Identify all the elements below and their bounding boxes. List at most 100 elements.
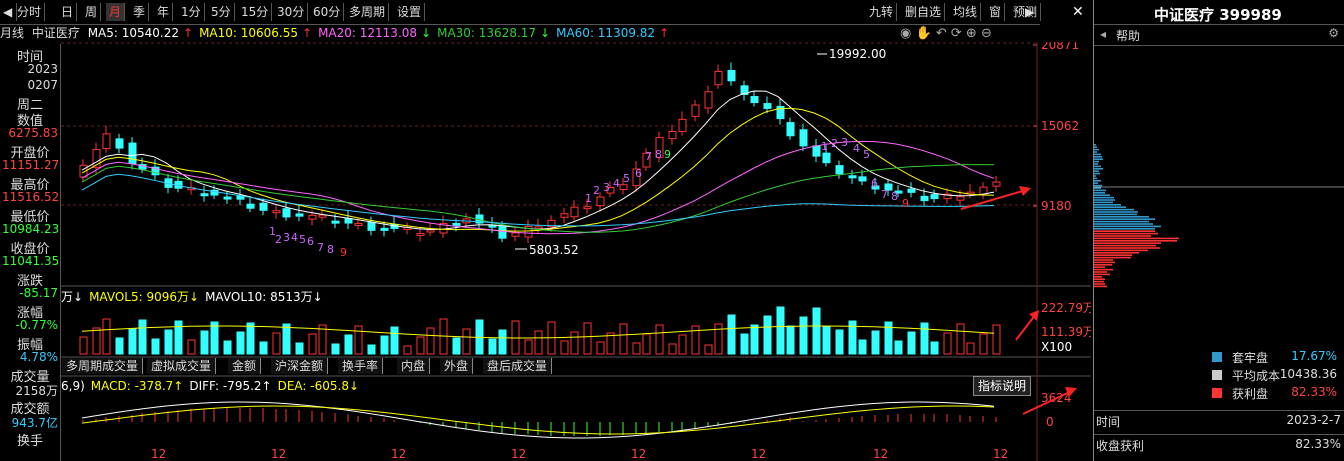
tab-4[interactable]: 换手率 [338, 358, 383, 374]
tab-6[interactable]: 外盘 [440, 358, 473, 374]
volume-bar [571, 332, 578, 354]
footer-value: 82.33% [1295, 437, 1341, 451]
low-annotation: 5803.52 [529, 243, 579, 257]
toolbar-3[interactable]: 月 [106, 3, 125, 21]
volume-bar [165, 330, 172, 354]
volume-bar [800, 317, 807, 354]
candle-body [751, 97, 758, 103]
volume-bar [273, 333, 280, 354]
volume-bar [355, 326, 362, 354]
gear-icon[interactable]: ⚙ [1328, 26, 1339, 40]
field-value-12: 943.7亿 [2, 414, 58, 431]
chip-bar [1094, 228, 1155, 230]
tab-2[interactable]: 金额 [228, 358, 261, 374]
volume-bar [93, 328, 100, 354]
toolbar-10[interactable]: 60分 [310, 3, 344, 21]
toolbar-1[interactable]: 日 [58, 3, 77, 21]
volume-title-mavol5: MAVOL5: 9096万↓ [89, 290, 199, 304]
volume-bar [391, 327, 398, 354]
chip-bar [1094, 247, 1160, 249]
tab-1[interactable]: 虚拟成交量 [147, 358, 216, 374]
chip-bar [1094, 283, 1105, 285]
eye-icon[interactable]: ◉ [900, 26, 911, 41]
close-icon[interactable]: ✕ [1072, 4, 1088, 20]
chip-bar [1094, 264, 1112, 266]
candle-body [355, 223, 362, 225]
volume-bar [489, 339, 496, 354]
chip-bar [1094, 221, 1149, 223]
tab-5[interactable]: 内盘 [397, 358, 430, 374]
macd-title-macd: MACD: -378.7↑ [91, 379, 184, 393]
volume-bar [787, 326, 794, 354]
candle-body [571, 207, 578, 217]
panel-title: 中证医疗 399989 [1154, 4, 1282, 25]
field-value-11: 2158万 [2, 382, 58, 399]
candle-body [345, 219, 352, 223]
chip-bar [1094, 206, 1126, 208]
hand-icon[interactable]: ✋ [915, 26, 931, 41]
zoom-in-icon[interactable]: ⊕ [966, 26, 977, 41]
nine-turn-mark: 2 [831, 137, 838, 150]
volume-title: 万↓ MAVOL5: 9096万↓ MAVOL10: 8513万↓ [61, 290, 323, 304]
toolbar-11[interactable]: 多周期 [346, 3, 389, 21]
kline-chart[interactable]: 20871150629180222.79万111.39万X10036240万↓ M… [61, 42, 1091, 461]
toolbar-right-1[interactable]: 删自选 [902, 3, 945, 21]
ma60-line [82, 174, 994, 226]
volume-bar [80, 337, 87, 354]
chip-bar [1094, 144, 1096, 146]
chip-bar [1094, 175, 1096, 177]
volume-bar [260, 342, 267, 354]
toolbar-7[interactable]: 5分 [208, 3, 235, 21]
volume-bar [728, 315, 735, 354]
legend-value: 17.67% [1257, 349, 1337, 363]
volume-bar [764, 316, 771, 354]
volume-bar [908, 332, 915, 354]
footer-key: 时间 [1096, 413, 1120, 430]
tab-3[interactable]: 沪深金额 [271, 358, 328, 374]
undo-icon[interactable]: ↶ [936, 26, 947, 41]
toolbar-12[interactable]: 设置 [394, 3, 425, 21]
toolbar-right-3[interactable]: 窗 [986, 3, 1005, 21]
arrow-left-icon[interactable]: ◂ [1100, 27, 1106, 41]
macd-title-dea: DEA: -605.8↓ [278, 379, 359, 393]
volume-bar [152, 339, 159, 354]
next-arrow-icon[interactable]: ▶ [1022, 3, 1040, 21]
toolbar-0[interactable]: 分时 [14, 3, 45, 21]
volume-title-mavol10: MAVOL10: 8513万↓ [205, 290, 323, 304]
chip-bar [1094, 158, 1103, 160]
volume-bar [980, 334, 987, 354]
chip-bar [1094, 274, 1110, 276]
candle-body [584, 207, 591, 209]
candle-body [332, 221, 339, 223]
indicator-explain-button[interactable]: 指标说明 [973, 376, 1031, 396]
volume-bar [345, 335, 352, 354]
help-link[interactable]: 帮助 [1116, 27, 1140, 44]
toolbar-6[interactable]: 1分 [178, 3, 205, 21]
nine-turn-mark: 2 [593, 184, 600, 197]
toolbar-9[interactable]: 30分 [274, 3, 308, 21]
chip-bar [1094, 156, 1102, 158]
volume-bar [427, 328, 434, 354]
toolbar-2[interactable]: 周 [82, 3, 101, 21]
volume-bar [129, 329, 136, 354]
chip-bar [1094, 233, 1158, 235]
tab-7[interactable]: 盘后成交量 [483, 358, 552, 374]
volume-bar [237, 332, 244, 354]
toolbar-5[interactable]: 年 [154, 3, 173, 21]
candle-body [427, 230, 434, 232]
tab-0[interactable]: 多周期成交量 [62, 358, 143, 374]
x-tick-label: 12 [873, 447, 888, 461]
chip-bar [1094, 211, 1138, 213]
volume-bar [633, 343, 640, 354]
toolbar-4[interactable]: 季 [130, 3, 149, 21]
volume-bar [597, 342, 604, 354]
zoom-out-icon[interactable]: ⊖ [981, 26, 992, 41]
toolbar-right-0[interactable]: 九转 [866, 3, 897, 21]
candle-body [980, 187, 987, 194]
toolbar-right-2[interactable]: 均线 [950, 3, 981, 21]
volume-bar [777, 307, 784, 354]
chip-bar [1094, 226, 1161, 228]
toolbar-8[interactable]: 15分 [238, 3, 272, 21]
refresh-icon[interactable]: ⟳ [951, 26, 962, 41]
nine-turn-mark: 2 [275, 233, 282, 246]
